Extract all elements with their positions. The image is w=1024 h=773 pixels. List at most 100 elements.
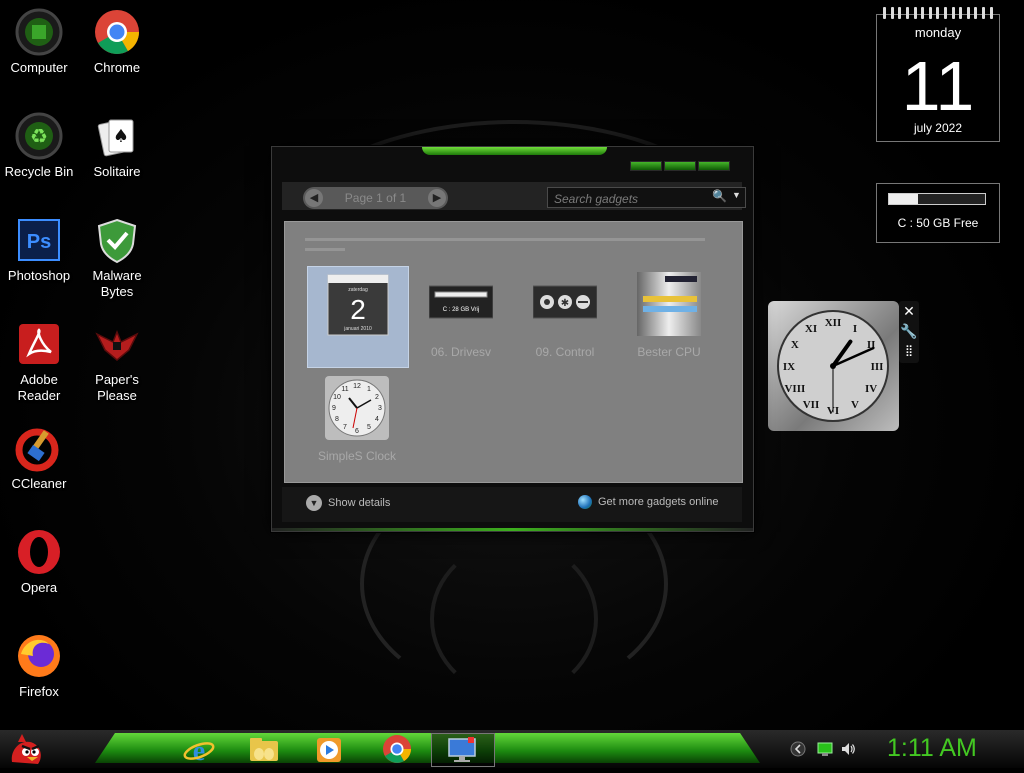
drive-widget[interactable]: C : 50 GB Free (876, 183, 1000, 243)
desktop-icon-solitaire[interactable]: ♠ Solitaire (78, 106, 156, 180)
taskbar-file-explorer[interactable] (247, 733, 281, 765)
angry-bird-start-icon (11, 734, 41, 764)
file-explorer-icon (250, 738, 278, 761)
desktop-icon-ccleaner[interactable]: CCleaner (0, 418, 78, 492)
search-input[interactable] (552, 188, 711, 209)
taskbar-clock[interactable]: 1:11 AM (887, 734, 977, 763)
desktop-icon-label: Solitaire (93, 164, 141, 179)
prev-page-button[interactable]: ◀ (305, 189, 323, 207)
desktop-icon-label: CCleaner (11, 476, 67, 491)
svg-text:11: 11 (341, 386, 348, 393)
volume-icon[interactable] (840, 741, 856, 757)
start-button[interactable] (6, 732, 46, 768)
wrench-icon[interactable]: 🔧 (899, 321, 919, 341)
calendar-day: monday (914, 25, 962, 40)
calendar-date: 11 (901, 47, 975, 125)
svg-text:5: 5 (367, 424, 371, 431)
clock-numeral: X (791, 339, 799, 351)
clock-numeral: V (851, 399, 859, 411)
adobe-reader-icon (15, 320, 63, 368)
gallery-toolbar: Page 1 of 1 ◀ ▶ 🔍 ▼ (282, 182, 746, 210)
clock-numeral: XII (825, 317, 842, 329)
svg-text:♠: ♠ (113, 126, 129, 147)
computer-icon (15, 8, 63, 56)
gadget-gallery-window: Page 1 of 1 ◀ ▶ 🔍 ▼ zaterdag 2 (271, 146, 754, 532)
clock-gadget-icon: 12 1 2 3 4 5 6 7 8 9 10 11 (325, 376, 389, 440)
desktop-icon-opera[interactable]: Opera (0, 522, 78, 596)
desktop-icon-adobe-reader[interactable]: Adobe Reader (0, 314, 78, 404)
desktop-icon-malwarebytes[interactable]: Malware Bytes (78, 210, 156, 300)
taskbar-internet-explorer[interactable]: e (182, 733, 216, 767)
clock-numeral: XI (805, 323, 817, 335)
globe-icon (578, 495, 592, 509)
chevron-down-icon: ▼ (306, 495, 322, 511)
chevron-down-icon[interactable]: ▼ (732, 190, 741, 200)
desktop-icon-label: Malware Bytes (92, 268, 142, 299)
window-top-glow (422, 147, 607, 155)
clock-gadget[interactable]: XII I II III IV V VI VII VIII IX X XI (768, 301, 899, 431)
chevron-icon[interactable] (790, 741, 806, 757)
desktop-icon-recycle-bin[interactable]: ♻ Recycle Bin (0, 106, 78, 180)
desktop-icon-papers-please[interactable]: Paper's Please (78, 314, 156, 404)
drag-grip-icon[interactable]: ⣿ (899, 341, 919, 361)
gadget-tile-calendar[interactable]: zaterdag 2 januari 2010 (307, 266, 409, 368)
pager: Page 1 of 1 ◀ ▶ (303, 187, 448, 209)
gadget-grid: zaterdag 2 januari 2010 C : 28 GB Vrij 0… (284, 221, 743, 483)
gadget-tile-drives[interactable]: C : 28 GB Vrij 06. Drivesv (411, 266, 511, 366)
gadget-tile-control[interactable]: ✱ 09. Control (515, 266, 615, 366)
gallery-footer: ▼ Show details Get more gadgets online (282, 487, 742, 522)
next-page-button[interactable]: ▶ (428, 189, 446, 207)
desktop-icon-chrome[interactable]: Chrome (78, 2, 156, 76)
clock-numeral: I (853, 323, 857, 335)
firefox-icon (15, 632, 63, 680)
gadget-tile-clock[interactable]: 12 1 2 3 4 5 6 7 8 9 10 11 SimpleS Clock (307, 370, 407, 470)
opera-icon (15, 528, 63, 576)
taskbar-gadgets[interactable] (431, 733, 495, 767)
gadget-tile-cpu[interactable]: Bester CPU (619, 266, 719, 366)
svg-text:6: 6 (355, 428, 359, 435)
calendar-widget[interactable]: monday 11 july 2022 (876, 7, 1000, 142)
svg-text:7: 7 (343, 424, 347, 431)
svg-text:2: 2 (375, 394, 379, 401)
close-button[interactable] (698, 161, 730, 171)
search-icon[interactable]: 🔍 (712, 189, 727, 203)
clock-hub (830, 363, 836, 369)
page-indicator: Page 1 of 1 (344, 191, 407, 205)
maximize-button[interactable] (664, 161, 696, 171)
desktop-icon-photoshop[interactable]: Ps Photoshop (0, 210, 78, 284)
malwarebytes-icon (93, 216, 141, 264)
network-icon[interactable] (817, 741, 833, 757)
drive-gadget-icon: C : 28 GB Vrij (428, 272, 494, 336)
gallery-hint (305, 232, 715, 260)
svg-text:9: 9 (332, 405, 336, 412)
clock-gadget-toolbar: ✕ 🔧 ⣿ (899, 301, 919, 363)
taskbar-chrome[interactable] (380, 733, 414, 765)
clock-face: XII IIIIIIIVVVIVIIVIIIIXXXI (777, 310, 889, 422)
media-player-icon (317, 738, 341, 762)
desktop-icon-computer[interactable]: Computer (0, 2, 78, 76)
svg-text:✱: ✱ (561, 298, 569, 309)
svg-text:e: e (193, 736, 205, 765)
svg-text:12: 12 (353, 383, 361, 390)
internet-explorer-icon: e (183, 736, 215, 767)
get-more-label: Get more gadgets online (598, 495, 719, 508)
recycle-bin-icon: ♻ (15, 112, 63, 160)
solitaire-icon: ♠ (93, 112, 141, 160)
gadget-name: 06. Drivesv (430, 345, 492, 359)
taskbar-media-player[interactable] (312, 733, 346, 765)
cpu-gadget-icon (637, 272, 701, 336)
close-icon[interactable]: ✕ (899, 301, 919, 321)
window-controls (630, 161, 730, 171)
gadgets-desktop-icon (448, 737, 476, 762)
control-gadget-icon: ✱ (532, 272, 598, 336)
minimize-button[interactable] (630, 161, 662, 171)
desktop-icon-firefox[interactable]: Firefox (0, 626, 78, 700)
photoshop-icon: Ps (15, 216, 63, 264)
desktop-icon-label: Chrome (93, 60, 141, 75)
get-more-gadgets-link[interactable]: Get more gadgets online (578, 495, 718, 509)
chrome-icon (93, 8, 141, 56)
desktop-icon-label: Firefox (19, 684, 59, 699)
drive-free-text: C : 50 GB Free (897, 216, 979, 230)
window-bottom-glow (272, 528, 753, 531)
show-details-button[interactable]: ▼ Show details (306, 495, 390, 511)
